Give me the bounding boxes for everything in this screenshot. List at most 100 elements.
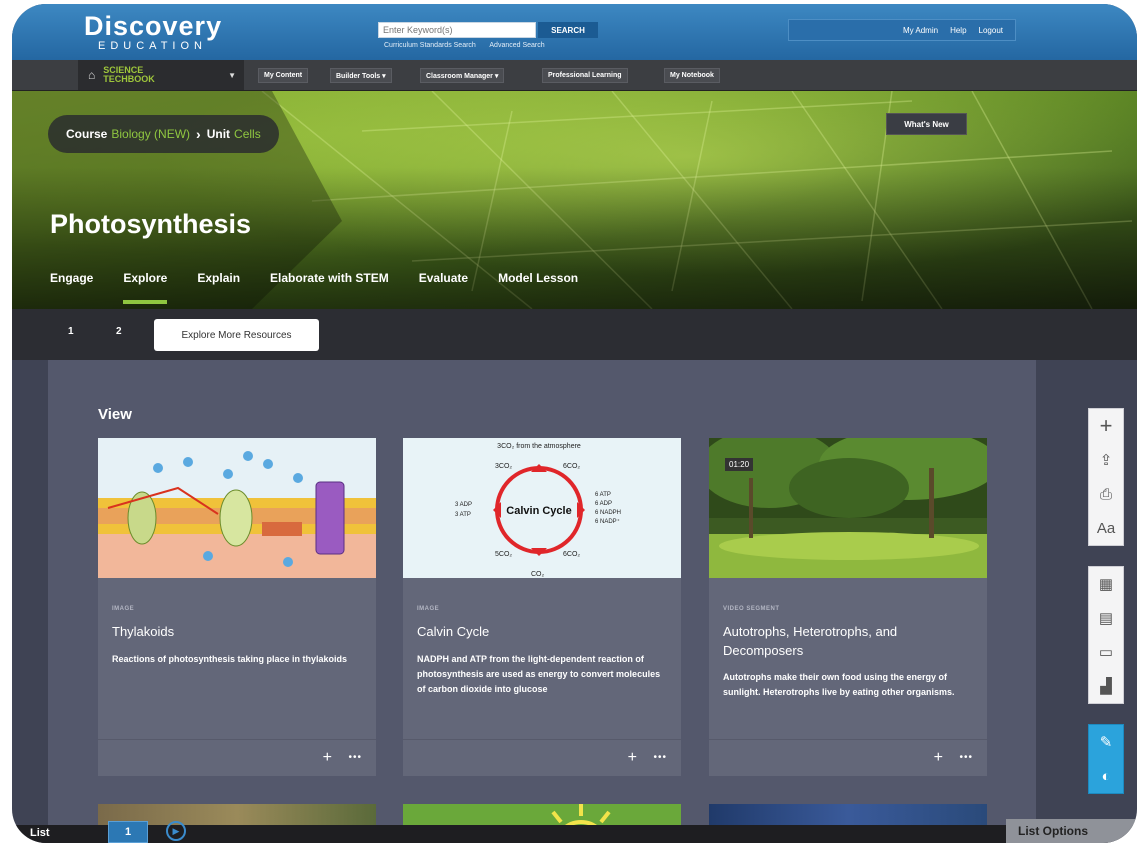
breadcrumb: Course Biology (NEW) › Unit Cells <box>48 115 279 153</box>
advanced-search-link[interactable]: Advanced Search <box>489 42 544 49</box>
techbook-name: SCIENCE TECHBOOK <box>103 65 155 84</box>
nav-my-notebook[interactable]: My Notebook <box>664 68 720 83</box>
calvin-right-2: 6 ADP <box>595 501 612 507</box>
my-admin-link[interactable]: My Admin <box>903 26 938 35</box>
whats-new-button[interactable]: What's New <box>886 113 967 135</box>
nav-builder-tools[interactable]: Builder Tools ▾ <box>330 68 392 83</box>
logo-sub-text: EDUCATION <box>98 40 207 52</box>
chart-icon[interactable]: ▟ <box>1089 669 1123 703</box>
calendar-icon[interactable]: ▦ <box>1089 567 1123 601</box>
play-icon[interactable]: ▶ <box>166 821 186 841</box>
resource-type: VIDEO SEGMENT <box>723 606 780 612</box>
search-input[interactable] <box>378 22 536 38</box>
resource-title[interactable]: Thylakoids <box>112 622 366 641</box>
tab-explore[interactable]: Explore <box>123 271 168 304</box>
list-bar: List 1 ▶ List Options <box>12 819 1137 843</box>
chevron-down-icon: ▼ <box>228 70 236 80</box>
main-nav: ⌂ SCIENCE TECHBOOK ▼ My Content Builder … <box>12 60 1137 91</box>
resource-title[interactable]: Calvin Cycle <box>417 622 671 641</box>
tab-evaluate[interactable]: Evaluate <box>419 271 468 301</box>
book-icon[interactable]: ▤ <box>1089 601 1123 635</box>
thylakoids-thumbnail[interactable] <box>98 438 376 578</box>
lesson-tabs: Engage Explore Explain Elaborate with ST… <box>50 271 608 304</box>
resource-title[interactable]: Autotrophs, Heterotrophs, and Decomposer… <box>723 622 977 660</box>
calvin-right-1: 6 ATP <box>595 492 611 498</box>
card-footer: + ••• <box>709 739 987 776</box>
upload-icon[interactable]: ⇪ <box>1089 443 1123 477</box>
list-label[interactable]: List <box>30 827 50 839</box>
tab-model-lesson[interactable]: Model Lesson <box>498 271 578 301</box>
resource-description: Autotrophs make their own food using the… <box>723 672 955 697</box>
add-plus-icon[interactable]: + <box>628 750 637 766</box>
utility-links: My Admin Help Logout <box>788 19 1016 41</box>
subtab-page-1[interactable]: 1 <box>68 326 74 337</box>
nav-classroom-manager[interactable]: Classroom Manager ▾ <box>420 68 505 83</box>
home-icon[interactable]: ⌂ <box>88 68 95 82</box>
video-duration-badge: 01:20 <box>725 458 754 471</box>
calvin-node-3: 5CO₂ <box>495 551 512 558</box>
calvin-center-label: Calvin Cycle <box>506 505 571 517</box>
techbook-selector[interactable]: ⌂ SCIENCE TECHBOOK ▼ <box>78 60 244 90</box>
breadcrumb-course-label: Course <box>66 127 108 141</box>
nav-professional-learning[interactable]: Professional Learning <box>542 68 628 83</box>
calvin-node-2: 6CO₂ <box>563 463 580 470</box>
hero-banner: Course Biology (NEW) › Unit Cells What's… <box>12 91 1137 309</box>
calvin-bottom-label: CO₂ <box>531 571 545 578</box>
resource-type: IMAGE <box>112 606 135 612</box>
calvin-right-4: 6 NADP⁺ <box>595 518 620 525</box>
more-options-icon[interactable]: ••• <box>653 750 667 766</box>
eraser-icon[interactable]: ✎ <box>1089 725 1123 759</box>
list-options-button[interactable]: List Options <box>1006 819 1137 843</box>
tab-engage[interactable]: Engage <box>50 271 93 301</box>
content-panel: View IMAGE Thylakoids Reactions of photo… <box>48 360 1036 840</box>
top-header: Discovery EDUCATION SEARCH Curriculum St… <box>12 4 1137 60</box>
subtab-bar: 1 2 Explore More Resources <box>12 309 1137 360</box>
text-size-icon[interactable]: Aa <box>1089 511 1123 545</box>
standards-search-link[interactable]: Curriculum Standards Search <box>384 42 476 49</box>
breadcrumb-unit-link[interactable]: Cells <box>234 127 261 141</box>
breadcrumb-course-link[interactable]: Biology (NEW) <box>111 127 190 141</box>
plus-icon[interactable]: + <box>1089 409 1123 443</box>
add-plus-icon[interactable]: + <box>323 750 332 766</box>
discovery-logo[interactable]: Discovery EDUCATION <box>84 12 222 52</box>
logo-main-text: Discovery <box>84 11 223 41</box>
calvin-top-label: 3CO₂ from the atmosphere <box>497 443 581 450</box>
tool-palette-main: + ⇪ ⎙ Aa <box>1088 408 1124 546</box>
search-links: Curriculum Standards Search Advanced Sea… <box>384 42 644 49</box>
tab-elaborate-stem[interactable]: Elaborate with STEM <box>270 271 389 301</box>
card-footer: + ••• <box>403 739 681 776</box>
page-title: Photosynthesis <box>50 209 252 239</box>
chevron-right-icon: › <box>196 126 201 142</box>
presentation-icon[interactable]: ▭ <box>1089 635 1123 669</box>
nav-my-content[interactable]: My Content <box>258 68 309 83</box>
more-options-icon[interactable]: ••• <box>348 750 362 766</box>
resource-card-thylakoids[interactable]: IMAGE Thylakoids Reactions of photosynth… <box>98 438 376 776</box>
more-options-icon[interactable]: ••• <box>959 750 973 766</box>
print-icon[interactable]: ⎙ <box>1089 477 1123 511</box>
list-count-badge[interactable]: 1 <box>108 821 148 843</box>
tab-explain[interactable]: Explain <box>197 271 240 301</box>
section-title: View <box>98 406 132 423</box>
autotrophs-video-thumbnail[interactable]: 01:20 <box>709 438 987 578</box>
resource-card-autotrophs[interactable]: 01:20 VIDEO SEGMENT Autotrophs, Heterotr… <box>709 438 987 776</box>
thylakoid-diagram-image <box>98 438 376 578</box>
tool-palette-secondary: ▦ ▤ ▭ ▟ <box>1088 566 1124 704</box>
search-button[interactable]: SEARCH <box>538 22 598 38</box>
calvin-cycle-diagram-image: Calvin Cycle 3CO₂ from the atmosphere 3C… <box>403 438 681 578</box>
help-link[interactable]: Help <box>950 26 966 35</box>
tool-palette-annotate: ✎ ◐ <box>1088 724 1124 794</box>
toggle-icon[interactable]: ◐ <box>1089 759 1123 793</box>
resource-description: NADPH and ATP from the light-dependent r… <box>417 654 661 694</box>
app-window: Discovery EDUCATION SEARCH Curriculum St… <box>12 4 1137 843</box>
resource-description: Reactions of photosynthesis taking place… <box>112 654 348 664</box>
add-plus-icon[interactable]: + <box>934 750 943 766</box>
resource-card-calvin-cycle[interactable]: Calvin Cycle 3CO₂ from the atmosphere 3C… <box>403 438 681 776</box>
breadcrumb-unit-label: Unit <box>206 127 231 141</box>
explore-more-resources-tab[interactable]: Explore More Resources <box>154 319 319 351</box>
calvin-left-1: 3 ADP <box>455 502 472 508</box>
calvin-cycle-thumbnail[interactable]: Calvin Cycle 3CO₂ from the atmosphere 3C… <box>403 438 681 578</box>
logout-link[interactable]: Logout <box>979 26 1003 35</box>
calvin-node-4: 6CO₂ <box>563 551 580 558</box>
resource-type: IMAGE <box>417 606 440 612</box>
subtab-page-2[interactable]: 2 <box>116 326 122 337</box>
